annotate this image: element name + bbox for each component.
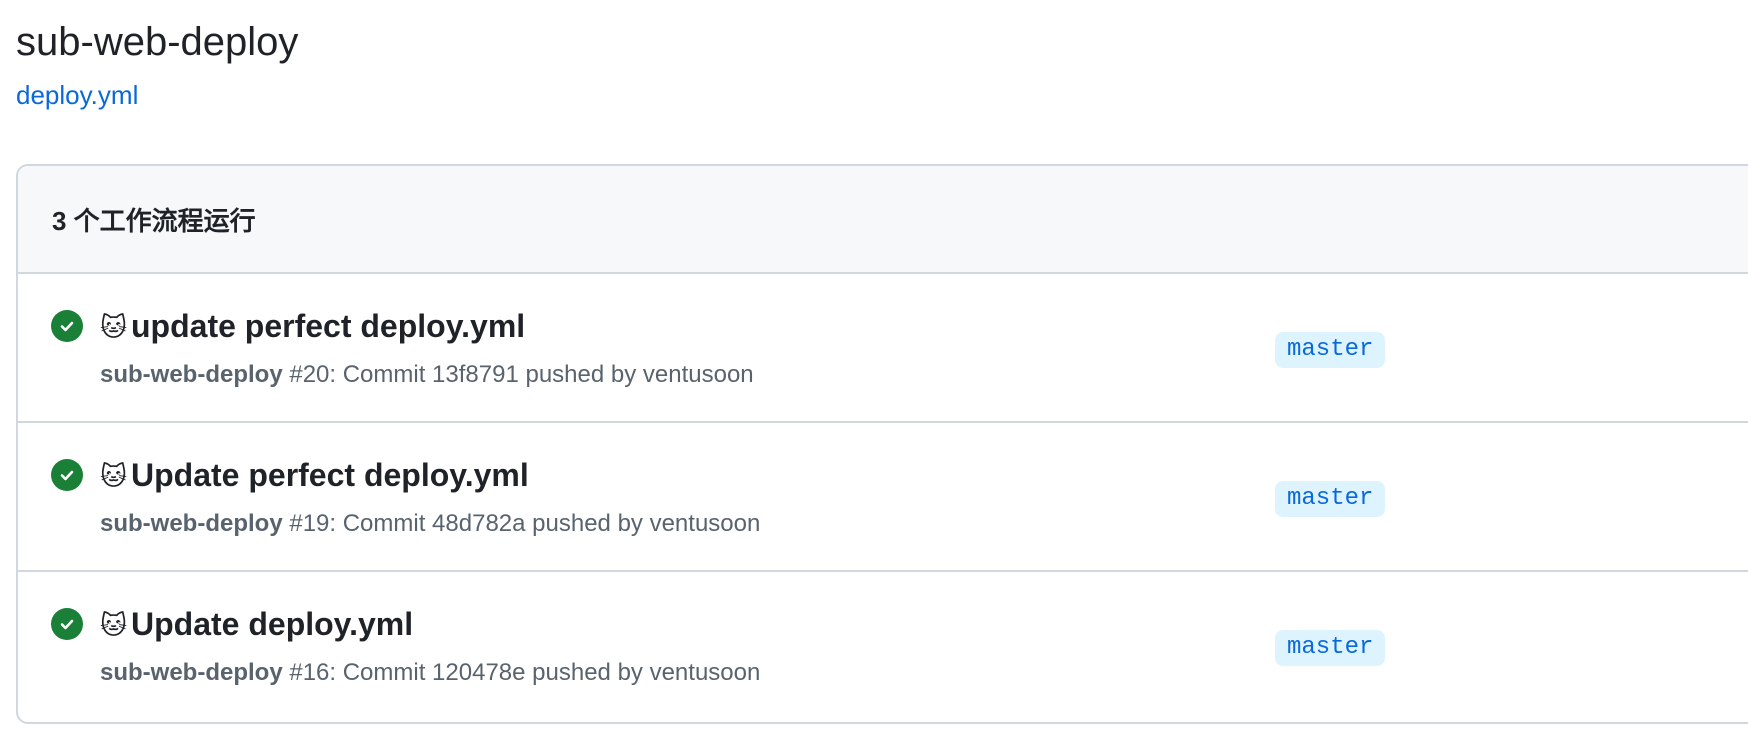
run-meta: sub-web-deploy #20: Commit 13f8791 pushe… xyxy=(100,360,754,390)
run-meta-text: #20: Commit 13f8791 pushed by ventusoon xyxy=(289,361,754,388)
cat-emoji: 🐱 xyxy=(100,610,128,640)
run-workflow-name: sub-web-deploy xyxy=(100,659,283,686)
runs-header: 3 个工作流程运行 xyxy=(18,166,1748,274)
run-meta: sub-web-deploy #16: Commit 120478e pushe… xyxy=(100,658,760,688)
run-title-link[interactable]: Update perfect deploy.yml xyxy=(131,455,529,495)
workflow-file-link[interactable]: deploy.yml xyxy=(16,78,138,112)
check-circle-icon xyxy=(51,310,83,342)
run-meta-text: #19: Commit 48d782a pushed by ventusoon xyxy=(289,510,761,537)
workflow-run-row[interactable]: 🐱 Update perfect deploy.yml sub-web-depl… xyxy=(18,423,1748,572)
workflow-runs-panel: 3 个工作流程运行 🐱 update perfect deploy.yml su… xyxy=(16,164,1748,724)
run-title-link[interactable]: update perfect deploy.yml xyxy=(131,306,525,346)
check-circle-icon xyxy=(51,459,83,491)
run-meta-text: #16: Commit 120478e pushed by ventusoon xyxy=(289,659,761,686)
cat-emoji: 🐱 xyxy=(100,312,128,342)
check-circle-icon xyxy=(51,608,83,640)
branch-badge[interactable]: master xyxy=(1275,481,1386,517)
workflow-run-row[interactable]: 🐱 Update deploy.yml sub-web-deploy #16: … xyxy=(18,572,1748,721)
branch-badge[interactable]: master xyxy=(1275,332,1386,368)
branch-badge[interactable]: master xyxy=(1275,630,1386,666)
run-workflow-name: sub-web-deploy xyxy=(100,361,283,388)
runs-count: 3 个工作流程运行 xyxy=(52,205,256,236)
cat-emoji: 🐱 xyxy=(100,461,128,491)
run-workflow-name: sub-web-deploy xyxy=(100,510,283,537)
workflow-run-row[interactable]: 🐱 update perfect deploy.yml sub-web-depl… xyxy=(18,274,1748,423)
run-meta: sub-web-deploy #19: Commit 48d782a pushe… xyxy=(100,509,760,539)
page-title: sub-web-deploy xyxy=(16,20,299,64)
run-title-link[interactable]: Update deploy.yml xyxy=(131,604,413,644)
